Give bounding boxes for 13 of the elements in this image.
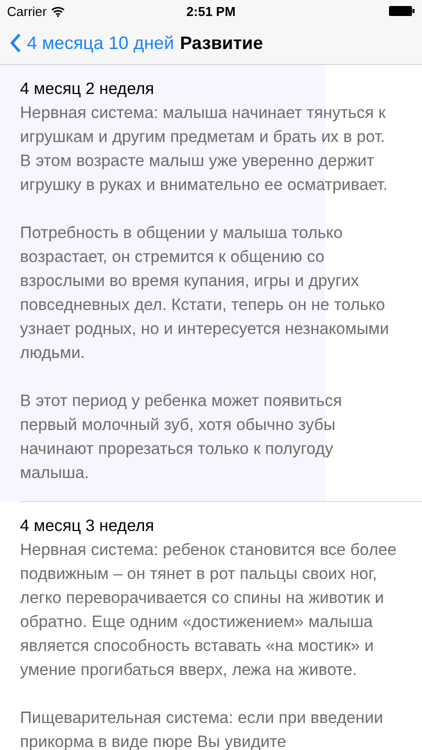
- battery-icon: [389, 6, 415, 16]
- carrier-label: Carrier: [7, 4, 47, 18]
- paragraph: Нервная система: ребенок становится все более подвижным – он тянет в рот пальцы своих ног, легко переворачивается со спины на животик и обратно. Еще одним «достижением» малыша является способность вставать «на мостик» и умение прогибаться вверх, лежа на животе.: [20, 540, 398, 681]
- section-title: 4 месяц 3 неделя: [20, 516, 156, 537]
- nav-title: Развитие: [180, 32, 263, 54]
- back-button[interactable]: 4 месяца 10 дней: [10, 32, 174, 54]
- section-title: 4 месяц 2 неделя: [20, 79, 156, 100]
- status-time: 2:51 PM: [186, 4, 236, 18]
- paragraph: Нервная система: малыша начинает тянуться к игрушкам и другим предметам и брать их в рот. В этом возрасте малыш уже уверенно держит игрушку в руках и внимательно ее осматривает.: [20, 103, 388, 196]
- paragraph: Потребность в общении у малыша только возрастает, он стремится к общению со взрослыми во время купания, игры и других повседневных дел. Кстати, теперь он не только узнает родных, но и интересуется незнакомыми людьми.: [20, 223, 390, 364]
- back-chevron-icon: [10, 33, 21, 53]
- paragraph: В этот период у ребенка может появиться первый молочный зуб, хотя обычно зубы начинают прорезаться только к полугоду малыша.: [20, 391, 343, 484]
- wifi-icon: [50, 6, 65, 16]
